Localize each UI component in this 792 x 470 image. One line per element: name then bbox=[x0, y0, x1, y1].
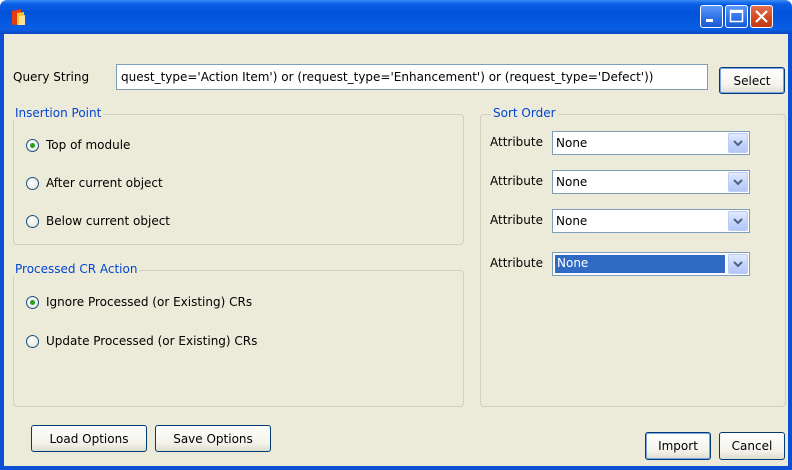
radio-label-update-processed[interactable]: Update Processed (or Existing) CRs bbox=[46, 334, 257, 348]
radio-update-processed[interactable] bbox=[26, 335, 39, 348]
query-string-input[interactable]: quest_type='Action Item') or (request_ty… bbox=[116, 64, 708, 90]
dropdown-button-3[interactable] bbox=[728, 211, 748, 231]
sort-attribute-value-4: None bbox=[555, 255, 725, 273]
radio-top-of-module[interactable] bbox=[26, 139, 39, 152]
load-options-button[interactable]: Load Options bbox=[31, 425, 147, 452]
cancel-button[interactable]: Cancel bbox=[719, 432, 785, 460]
radio-selected-icon bbox=[30, 143, 35, 148]
sort-attribute-value-3: None bbox=[556, 214, 588, 228]
sort-attribute-value-1: None bbox=[556, 136, 588, 150]
close-button[interactable] bbox=[750, 5, 773, 28]
radio-below-current-object[interactable] bbox=[26, 215, 39, 228]
dropdown-button-4[interactable] bbox=[728, 254, 748, 274]
sort-attribute-label-1: Attribute bbox=[490, 135, 543, 149]
sort-attribute-label-3: Attribute bbox=[490, 213, 543, 227]
radio-label-below-current-object[interactable]: Below current object bbox=[46, 214, 170, 228]
radio-selected-icon bbox=[30, 300, 35, 305]
dropdown-button-1[interactable] bbox=[728, 133, 748, 153]
radio-label-ignore-processed[interactable]: Ignore Processed (or Existing) CRs bbox=[46, 295, 252, 309]
minimize-button[interactable] bbox=[700, 5, 723, 28]
save-options-button[interactable]: Save Options bbox=[155, 425, 271, 452]
radio-after-current-object[interactable] bbox=[26, 177, 39, 190]
import-button[interactable]: Import bbox=[645, 432, 711, 460]
radio-label-after-current-object[interactable]: After current object bbox=[46, 176, 163, 190]
insertion-point-title: Insertion Point bbox=[13, 106, 104, 120]
import-dialog: Query String quest_type='Action Item') o… bbox=[0, 0, 792, 470]
chevron-down-icon bbox=[733, 140, 743, 147]
chevron-down-icon bbox=[733, 218, 743, 225]
radio-ignore-processed[interactable] bbox=[26, 296, 39, 309]
maximize-icon bbox=[729, 9, 744, 23]
sort-attribute-select-2[interactable]: None bbox=[552, 170, 750, 194]
sort-attribute-select-3[interactable]: None bbox=[552, 209, 750, 233]
select-button[interactable]: Select bbox=[719, 67, 785, 94]
chevron-down-icon bbox=[733, 261, 743, 268]
processed-cr-action-title: Processed CR Action bbox=[13, 262, 140, 276]
window-border-right bbox=[788, 34, 792, 470]
sort-attribute-select-1[interactable]: None bbox=[552, 131, 750, 155]
maximize-button[interactable] bbox=[725, 5, 748, 28]
sort-attribute-select-4[interactable]: None bbox=[552, 252, 750, 276]
sort-attribute-label-4: Attribute bbox=[490, 256, 543, 270]
sort-order-title: Sort Order bbox=[491, 106, 558, 120]
app-icon bbox=[12, 9, 25, 25]
query-string-label: Query String bbox=[13, 70, 90, 84]
close-icon bbox=[755, 10, 768, 23]
title-bar[interactable] bbox=[0, 0, 792, 34]
dropdown-button-2[interactable] bbox=[728, 172, 748, 192]
sort-attribute-value-2: None bbox=[556, 175, 588, 189]
radio-label-top-of-module[interactable]: Top of module bbox=[46, 138, 130, 152]
sort-attribute-label-2: Attribute bbox=[490, 174, 543, 188]
minimize-icon bbox=[706, 19, 713, 22]
chevron-down-icon bbox=[733, 179, 743, 186]
window-border-bottom bbox=[0, 466, 792, 470]
